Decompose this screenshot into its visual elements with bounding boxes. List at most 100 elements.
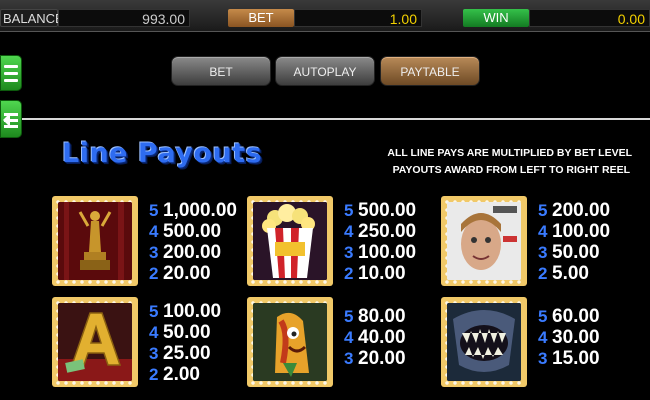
symbol-count: 4 (538, 328, 548, 347)
symbol-count: 5 (344, 307, 354, 326)
payout-amount: 30.00 (552, 327, 600, 348)
page-title: Line Payouts (62, 138, 263, 169)
symbol-count: 4 (538, 222, 548, 241)
payout-amount: 100.00 (163, 301, 222, 322)
popcorn-icon (253, 202, 327, 280)
back-button[interactable] (0, 100, 22, 138)
payout-amount: 80.00 (358, 306, 406, 327)
payout-row: 2 10.00 (344, 263, 416, 284)
symbol-count: 4 (149, 222, 159, 241)
symbol-count: 5 (538, 201, 548, 220)
win-value: 0.00 (529, 9, 650, 27)
payout-list-magazine: 5 200.00 4 100.00 3 50.00 2 5.00 (538, 200, 610, 284)
symbol-count: 2 (538, 264, 548, 283)
back-arrow-icon (3, 113, 18, 128)
payout-row: 5 60.00 (538, 306, 600, 327)
payout-amount: 200.00 (163, 242, 222, 263)
symbol-tile-hotdog (247, 297, 333, 387)
tab-autoplay[interactable]: AUTOPLAY (275, 56, 375, 86)
payout-row: 3 50.00 (538, 242, 610, 263)
payout-row: 3 15.00 (538, 348, 600, 369)
balance-label: BALANCE (0, 9, 64, 27)
payout-row: 3 20.00 (344, 348, 406, 369)
payout-row: 2 5.00 (538, 263, 610, 284)
payout-amount: 500.00 (163, 221, 222, 242)
payout-amount: 1,000.00 (163, 200, 237, 221)
payout-amount: 5.00 (552, 263, 589, 284)
payout-amount: 2.00 (163, 364, 200, 385)
payout-amount: 20.00 (163, 263, 211, 284)
payout-row: 3 200.00 (149, 242, 237, 263)
payout-row: 2 2.00 (149, 364, 221, 385)
payout-row: 4 250.00 (344, 221, 416, 242)
payout-list-popcorn: 5 500.00 4 250.00 3 100.00 2 10.00 (344, 200, 416, 284)
payout-amount: 100.00 (552, 221, 611, 242)
paytable-note-multiplier: ALL LINE PAYS ARE MULTIPLIED BY BET LEVE… (387, 147, 632, 159)
symbol-count: 2 (344, 264, 354, 283)
payout-amount: 50.00 (552, 242, 600, 263)
payout-row: 5 100.00 (149, 301, 221, 322)
symbol-count: 3 (149, 344, 159, 363)
payout-row: 4 30.00 (538, 327, 600, 348)
bet-label: BET (228, 9, 294, 27)
symbol-count: 5 (149, 201, 159, 220)
payout-row: 5 200.00 (538, 200, 610, 221)
symbol-tile-letter-a (52, 297, 138, 387)
payout-amount: 15.00 (552, 348, 600, 369)
payout-amount: 10.00 (358, 263, 406, 284)
payout-amount: 50.00 (163, 322, 211, 343)
symbol-count: 3 (344, 349, 354, 368)
payout-list-hotdog: 5 80.00 4 40.00 3 20.00 (344, 306, 406, 369)
payout-amount: 500.00 (358, 200, 417, 221)
symbol-count: 4 (149, 323, 159, 342)
payout-amount: 100.00 (358, 242, 417, 263)
symbol-tile-popcorn (247, 196, 333, 286)
status-bar: BALANCE 993.00 BET 1.00 WIN 0.00 (0, 0, 650, 32)
symbol-count: 5 (344, 201, 354, 220)
symbol-tile-statuette (52, 196, 138, 286)
payout-amount: 40.00 (358, 327, 406, 348)
magazine-cover-icon (447, 202, 521, 280)
symbol-count: 5 (538, 307, 548, 326)
symbol-count: 5 (149, 302, 159, 321)
payout-row: 3 25.00 (149, 343, 221, 364)
payout-amount: 200.00 (552, 200, 611, 221)
payout-row: 5 80.00 (344, 306, 406, 327)
symbol-count: 4 (344, 222, 354, 241)
payout-row: 4 40.00 (344, 327, 406, 348)
symbol-count: 3 (538, 349, 548, 368)
payout-list-statuette: 5 1,000.00 4 500.00 3 200.00 2 20.00 (149, 200, 237, 284)
payout-list-monster: 5 60.00 4 30.00 3 15.00 (538, 306, 600, 369)
tab-bet[interactable]: BET (171, 56, 271, 86)
win-label: WIN (463, 9, 529, 27)
golden-statuette-icon (58, 202, 132, 280)
payout-row: 5 500.00 (344, 200, 416, 221)
payout-row: 5 1,000.00 (149, 200, 237, 221)
payout-row: 4 100.00 (538, 221, 610, 242)
tab-paytable[interactable]: PAYTABLE (380, 56, 480, 86)
symbol-count: 2 (149, 365, 159, 384)
payout-amount: 60.00 (552, 306, 600, 327)
symbol-count: 3 (538, 243, 548, 262)
balance-value: 993.00 (58, 9, 190, 27)
symbol-count: 3 (149, 243, 159, 262)
symbol-count: 4 (344, 328, 354, 347)
paytable-note-direction: PAYOUTS AWARD FROM LEFT TO RIGHT REEL (392, 164, 630, 176)
payout-list-letter-a: 5 100.00 4 50.00 3 25.00 2 2.00 (149, 301, 221, 385)
payout-amount: 25.00 (163, 343, 211, 364)
golden-letter-a-icon (58, 303, 132, 381)
payout-row: 4 50.00 (149, 322, 221, 343)
symbol-count: 2 (149, 264, 159, 283)
symbol-tile-magazine (441, 196, 527, 286)
menu-button[interactable] (0, 55, 22, 91)
payout-row: 3 100.00 (344, 242, 416, 263)
payout-row: 4 500.00 (149, 221, 237, 242)
payout-amount: 20.00 (358, 348, 406, 369)
bet-value: 1.00 (294, 9, 422, 27)
symbol-count: 3 (344, 243, 354, 262)
divider (22, 118, 650, 120)
symbol-tile-monster (441, 297, 527, 387)
cartoon-hotdog-icon (253, 303, 327, 381)
payout-amount: 250.00 (358, 221, 417, 242)
payout-row: 2 20.00 (149, 263, 237, 284)
